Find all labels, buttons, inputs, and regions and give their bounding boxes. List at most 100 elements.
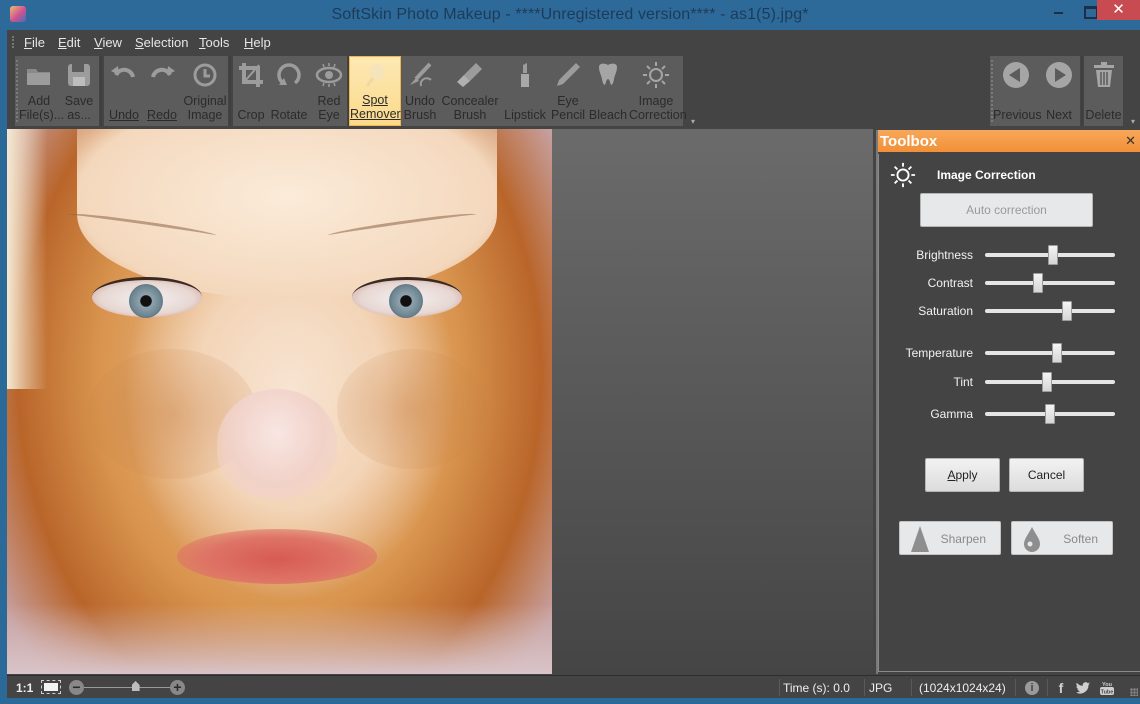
saturation-slider-thumb[interactable] <box>1061 301 1072 321</box>
undo-brush-label-line2: Brush <box>403 108 437 122</box>
eye-pencil-button[interactable]: Eye Pencil <box>549 56 587 126</box>
temperature-slider-row: Temperature <box>879 343 1140 363</box>
original-image-label-line1: Original <box>183 94 227 108</box>
twitter-icon[interactable] <box>1075 680 1091 696</box>
photo-iris <box>129 284 163 318</box>
gamma-label: Gamma <box>930 407 973 421</box>
tint-slider[interactable] <box>985 372 1115 392</box>
toolbar-group-navigation: Previous Next <box>990 56 1080 126</box>
redo-button[interactable]: Redo <box>144 56 180 126</box>
tooth-icon <box>599 63 617 85</box>
facebook-icon[interactable]: f <box>1053 680 1069 696</box>
next-label: Next <box>1046 108 1072 122</box>
previous-button[interactable]: Previous <box>993 56 1042 126</box>
toolbar-overflow-icon[interactable]: ▾ <box>1131 118 1139 126</box>
brightness-slider[interactable] <box>985 245 1115 265</box>
eye-pencil-label-line2: Pencil <box>550 108 586 122</box>
toolbox-header: Toolbox ✕ <box>878 130 1140 152</box>
zoom-slider-thumb[interactable] <box>131 681 140 691</box>
gamma-slider-thumb[interactable] <box>1045 404 1055 424</box>
close-button[interactable]: ✕ <box>1097 0 1140 20</box>
resize-grip[interactable] <box>1130 688 1138 696</box>
rotate-button[interactable]: Rotate <box>269 56 309 126</box>
apply-rest: pply <box>955 468 978 482</box>
image-correction-label-line1: Image <box>638 94 674 108</box>
auto-correction-button[interactable]: Auto correction <box>920 193 1093 227</box>
saturation-slider[interactable] <box>985 301 1115 321</box>
toolbar-grip[interactable] <box>16 60 18 122</box>
history-clock-icon <box>193 63 217 87</box>
arrow-left-circle-icon <box>1003 62 1029 88</box>
crop-label: Crop <box>237 108 265 122</box>
toolbar-separator <box>100 56 102 126</box>
apply-button[interactable]: Apply <box>925 458 1000 492</box>
menu-selection[interactable]: Selection <box>135 35 188 50</box>
toolbox-close-button[interactable]: ✕ <box>1125 133 1136 149</box>
status-separator <box>1015 679 1016 696</box>
toolbar-overflow-icon[interactable]: ▾ <box>691 118 699 126</box>
status-separator <box>779 679 780 696</box>
sharpen-button[interactable]: Sharpen <box>899 521 1001 555</box>
zoom-in-button[interactable]: + <box>170 680 185 695</box>
toolbar-group-delete: Delete <box>1084 56 1123 126</box>
temperature-label: Temperature <box>905 346 973 360</box>
status-separator <box>864 679 865 696</box>
original-image-button[interactable]: Original Image <box>182 56 228 126</box>
lipstick-button[interactable]: Lipstick <box>502 56 548 126</box>
menu-grip[interactable] <box>12 36 14 48</box>
add-files-button[interactable]: Add File(s)... <box>19 56 64 126</box>
contrast-slider-thumb[interactable] <box>1033 273 1044 293</box>
title-bar: SoftSkin Photo Makeup - ****Unregistered… <box>0 0 1140 30</box>
undo-button[interactable]: Undo <box>107 56 141 126</box>
undo-label: Undo <box>107 108 141 122</box>
spot-remover-button[interactable]: Spot Remover <box>349 56 401 126</box>
minimize-button[interactable] <box>1044 0 1074 20</box>
info-icon[interactable]: i <box>1025 681 1039 695</box>
toolbox-body: Image Correction Auto correction Brightn… <box>878 154 1140 672</box>
menu-view[interactable]: View <box>94 35 122 50</box>
app-body: File Edit View Selection Tools Help Add F… <box>7 30 1140 698</box>
original-image-label: Original Image <box>182 94 228 122</box>
menu-edit-rest: dit <box>66 35 81 50</box>
saturation-label: Saturation <box>918 304 973 318</box>
photo-face-image[interactable] <box>7 129 552 674</box>
menu-help[interactable]: Help <box>244 35 271 50</box>
contrast-slider[interactable] <box>985 273 1115 293</box>
undo-brush-button[interactable]: Undo Brush <box>402 56 438 126</box>
brightness-slider-thumb[interactable] <box>1047 245 1058 265</box>
concealer-brush-button[interactable]: Concealer Brush <box>440 56 500 126</box>
spot-remover-label: Spot Remover <box>350 93 401 121</box>
crop-button[interactable]: Crop <box>235 56 267 126</box>
menu-file[interactable]: File <box>24 35 45 50</box>
redo-arrow-icon <box>151 66 175 78</box>
save-as-button[interactable]: Save as... <box>61 56 97 126</box>
tint-label: Tint <box>953 375 973 389</box>
menu-tools[interactable]: Tools <box>199 35 229 50</box>
youtube-icon[interactable]: YouTube <box>1099 680 1115 696</box>
gamma-slider[interactable] <box>985 404 1115 424</box>
zoom-slider[interactable] <box>84 681 170 691</box>
arrow-right-circle-icon <box>1046 62 1072 88</box>
menu-selection-mnemonic: S <box>135 35 144 50</box>
temperature-slider-thumb[interactable] <box>1051 343 1062 363</box>
zoom-out-button[interactable]: − <box>69 680 84 695</box>
soften-button[interactable]: Soften <box>1011 521 1113 555</box>
image-canvas[interactable] <box>7 129 873 674</box>
menu-edit[interactable]: Edit <box>58 35 80 50</box>
bleach-button[interactable]: Bleach <box>588 56 628 126</box>
tint-slider-thumb[interactable] <box>1042 372 1053 392</box>
svg-text:Tube: Tube <box>1101 690 1114 696</box>
toolbar-group-transform: Crop Rotate Red Eye <box>233 56 347 126</box>
fit-to-window-icon[interactable] <box>41 680 61 694</box>
red-eye-button[interactable]: Red Eye <box>313 56 345 126</box>
cancel-button[interactable]: Cancel <box>1009 458 1084 492</box>
section-title: Image Correction <box>937 168 1036 182</box>
temperature-slider[interactable] <box>985 343 1115 363</box>
delete-button[interactable]: Delete <box>1084 56 1123 126</box>
eye-pencil-label: Eye Pencil <box>549 94 587 122</box>
soften-label: Soften <box>1063 532 1098 546</box>
next-button[interactable]: Next <box>1041 56 1077 126</box>
zoom-actual-size-button[interactable]: 1:1 <box>16 681 33 695</box>
previous-label: Previous <box>993 108 1042 122</box>
image-correction-button[interactable]: Image Correction <box>629 56 687 126</box>
